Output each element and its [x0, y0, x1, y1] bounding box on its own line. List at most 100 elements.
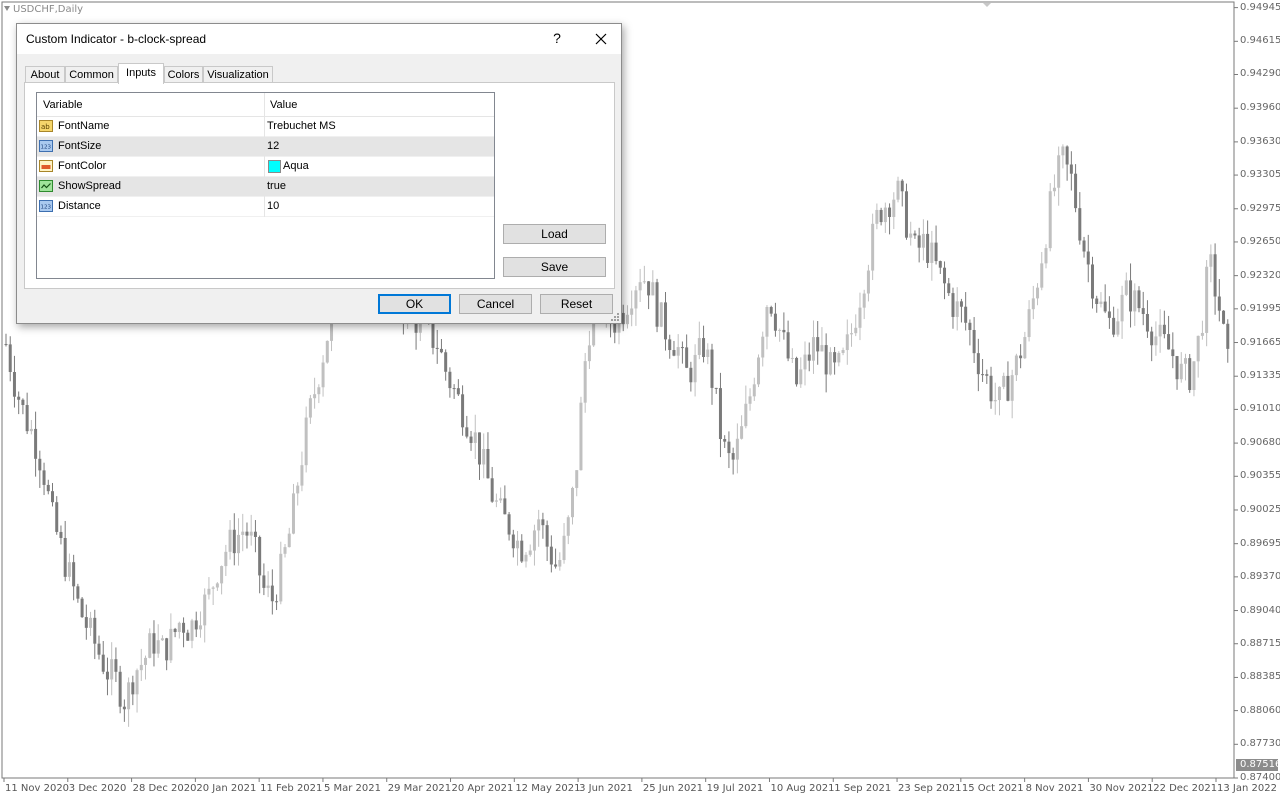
candle-body [1188, 358, 1192, 391]
candle-body [647, 281, 651, 296]
input-row-distance[interactable]: 123 Distance 10 [37, 197, 494, 217]
tab-common[interactable]: Common [65, 66, 118, 83]
candle-body [12, 371, 16, 397]
candle-body [325, 340, 329, 363]
candle-body [921, 233, 925, 248]
inputs-grid[interactable]: Variable Value ab FontName Trebuchet MS … [36, 92, 495, 279]
variable-value[interactable]: 12 [267, 140, 279, 152]
candle-body [981, 374, 985, 376]
candle-body [1078, 208, 1082, 241]
cancel-button[interactable]: Cancel [459, 294, 532, 314]
candle-body [549, 546, 553, 565]
variable-value[interactable]: true [267, 180, 286, 192]
tab-inputs[interactable]: Inputs [118, 63, 164, 84]
candle-body [148, 633, 152, 658]
candle-body [258, 536, 262, 576]
candle-body [1002, 375, 1006, 387]
candle-body [520, 540, 524, 562]
candle-body [152, 633, 156, 654]
price-tick-label: 0.88715 [1240, 637, 1280, 649]
tab-about[interactable]: About [25, 66, 65, 83]
cell-separator [264, 137, 265, 157]
save-button[interactable]: Save [503, 257, 606, 277]
candle-body [8, 344, 12, 372]
help-icon[interactable]: ? [549, 30, 565, 46]
candle-body [638, 282, 642, 291]
load-button[interactable]: Load [503, 224, 606, 244]
candle-body [871, 223, 875, 271]
column-header-variable[interactable]: Variable [43, 99, 83, 111]
variable-value[interactable]: 10 [267, 200, 279, 212]
candle-body [313, 394, 317, 399]
candle-body [317, 387, 321, 395]
candle-body [858, 307, 862, 328]
ok-button[interactable]: OK [378, 294, 451, 314]
candle-body [1124, 280, 1128, 295]
price-tick-label: 0.90025 [1240, 503, 1280, 515]
candle-body [587, 345, 591, 362]
candle-body [1044, 248, 1048, 264]
candle-body [642, 281, 646, 283]
candle-body [664, 302, 668, 340]
resize-grip-icon[interactable] [611, 313, 619, 321]
cell-separator [264, 117, 265, 137]
candle-body [1031, 298, 1035, 310]
variable-value[interactable]: Trebuchet MS [267, 120, 336, 132]
custom-indicator-dialog: Custom Indicator - b-clock-spread ? Abou… [16, 23, 622, 324]
candle-body [959, 301, 963, 307]
integer-icon: 123 [39, 200, 53, 212]
variable-name: FontName [58, 120, 110, 132]
candle-body [714, 387, 718, 389]
grid-header: Variable Value [37, 93, 494, 117]
close-icon[interactable] [591, 29, 611, 49]
candle-body [972, 329, 976, 354]
dropdown-triangle-icon[interactable] [4, 6, 10, 11]
candle-body [1120, 294, 1124, 322]
candle-body [131, 682, 135, 695]
candle-body [1141, 308, 1145, 314]
tab-colors[interactable]: Colors [164, 66, 203, 83]
input-row-showspread[interactable]: ShowSpread true [37, 177, 494, 197]
candle-body [989, 375, 993, 402]
candle-body [1065, 146, 1069, 165]
svg-text:ab: ab [41, 123, 50, 131]
date-tick-label: 15 Oct 2021 [961, 783, 1024, 794]
shift-marker-icon[interactable] [983, 3, 991, 7]
candle-body [1023, 337, 1027, 359]
candle-body [904, 191, 908, 238]
candle-body [828, 352, 832, 375]
candle-body [308, 398, 312, 418]
candle-body [17, 396, 21, 400]
candle-body [190, 620, 194, 641]
date-tick-label: 22 Dec 2021 [1153, 783, 1218, 794]
column-header-value[interactable]: Value [270, 99, 297, 111]
input-row-fontsize[interactable]: 123 FontSize 12 [37, 137, 494, 157]
candle-body [165, 638, 169, 661]
candle-body [156, 640, 160, 654]
candle-body [524, 554, 528, 562]
candle-body [127, 682, 131, 710]
reset-button[interactable]: Reset [540, 294, 613, 314]
column-separator[interactable] [264, 93, 265, 116]
candle-body [782, 329, 786, 333]
input-row-fontcolor[interactable]: FontColor Aqua [37, 157, 494, 177]
candle-body [160, 638, 164, 641]
tab-visualization[interactable]: Visualization [203, 66, 273, 83]
candle-body [144, 657, 148, 665]
date-tick-label: 8 Nov 2021 [1025, 783, 1084, 794]
candle-body [811, 337, 815, 361]
dialog-titlebar[interactable]: Custom Indicator - b-clock-spread ? [17, 24, 621, 54]
variable-value[interactable]: Aqua [283, 160, 309, 172]
date-tick-label: 28 Dec 2020 [132, 783, 197, 794]
candle-body [253, 531, 257, 537]
candle-body [803, 354, 807, 370]
candle-body [84, 617, 88, 628]
candle-body [283, 547, 287, 554]
price-tick-label: 0.92650 [1240, 235, 1280, 247]
candle-body [1086, 251, 1090, 265]
input-row-fontname[interactable]: ab FontName Trebuchet MS [37, 117, 494, 137]
candle-body [1074, 173, 1078, 209]
candle-body [807, 354, 811, 361]
candle-body [545, 525, 549, 547]
candle-body [541, 519, 545, 526]
